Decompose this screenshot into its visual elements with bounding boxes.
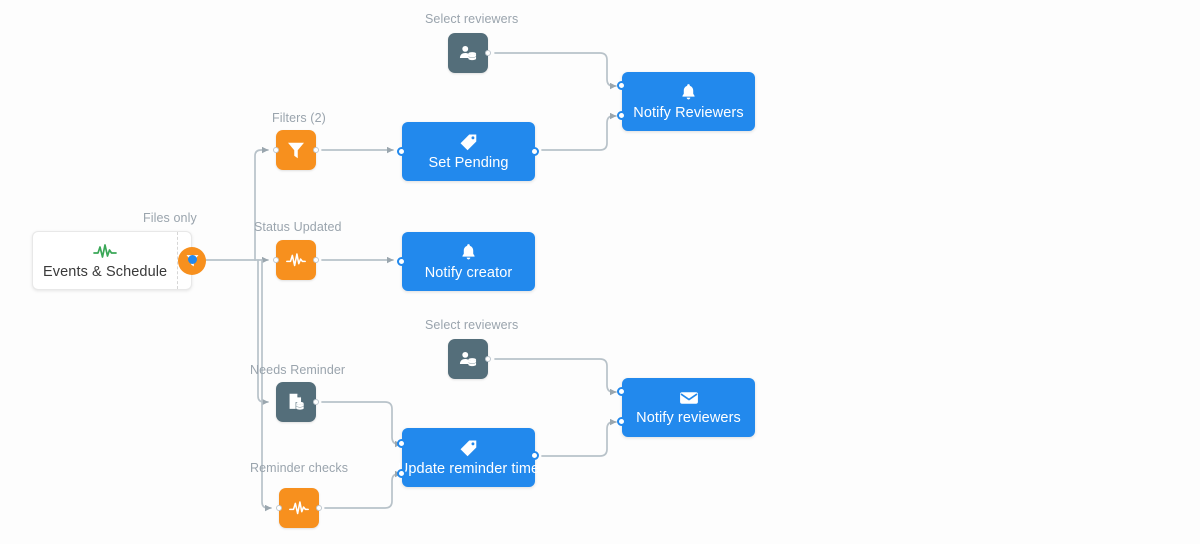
action-update-reminder-time[interactable]: Update reminder time: [398, 428, 539, 487]
node-status-updated[interactable]: [276, 240, 316, 280]
port-reminder-checks-in[interactable]: [276, 505, 282, 511]
port-set-pending-out[interactable]: [530, 147, 539, 156]
caption-reminder-checks: Reminder checks: [250, 461, 349, 475]
port-status-updated-in[interactable]: [273, 257, 279, 263]
action-label: Notify Reviewers: [633, 104, 744, 121]
port-update-reminder-time-out[interactable]: [530, 451, 539, 460]
node-filters[interactable]: [276, 130, 316, 170]
action-notify-reviewers-bottom[interactable]: Notify reviewers: [622, 378, 755, 437]
tag-icon: [459, 439, 478, 457]
wire-spine-needs-reminder: [257, 259, 269, 406]
port-filters-out[interactable]: [313, 147, 319, 153]
activity-pulse-icon: [286, 253, 306, 267]
document-database-icon: [289, 393, 304, 410]
node-needs-reminder[interactable]: [276, 382, 316, 422]
action-label: Notify creator: [424, 264, 513, 281]
workflow-canvas[interactable]: Select reviewers Files only Filters (2) …: [0, 0, 1200, 544]
wire-updatereminder-notifyreviewers2: [541, 418, 617, 457]
trigger-card-body[interactable]: Events & Schedule: [33, 232, 179, 289]
trigger-label: Events & Schedule: [43, 263, 168, 280]
tag-icon: [459, 133, 478, 151]
wire-selectreviewers-notifyreviewers: [494, 52, 617, 90]
port-select-reviewers-bottom-out[interactable]: [485, 356, 491, 362]
wire-reminderchecks-updatereminder: [324, 470, 402, 509]
port-notify-creator-in[interactable]: [397, 257, 406, 266]
port-select-reviewers-top-out[interactable]: [485, 50, 491, 56]
port-notify-reviewers-bottom-in2[interactable]: [617, 417, 626, 426]
bell-icon: [680, 83, 697, 101]
node-select-reviewers-bottom[interactable]: [448, 339, 488, 379]
action-label: Notify reviewers: [636, 409, 741, 426]
port-update-reminder-time-in2[interactable]: [397, 469, 406, 478]
person-database-icon: [459, 351, 477, 367]
port-set-pending-in[interactable]: [397, 147, 406, 156]
action-label: Set Pending: [428, 154, 509, 171]
wire-spine-filters: [254, 146, 269, 261]
port-filters-in[interactable]: [273, 147, 279, 153]
port-notify-reviewers-bottom-in1[interactable]: [617, 387, 626, 396]
wire-needsreminder-updatereminder: [321, 401, 402, 448]
action-notify-reviewers-top[interactable]: Notify Reviewers: [622, 72, 755, 131]
port-update-reminder-time-in1[interactable]: [397, 439, 406, 448]
caption-select-reviewers-bottom: Select reviewers: [425, 318, 519, 332]
envelope-icon: [679, 390, 699, 406]
caption-filters: Filters (2): [272, 111, 326, 125]
caption-status-updated: Status Updated: [254, 220, 342, 234]
port-notify-reviewers-top-in1[interactable]: [617, 81, 626, 90]
port-status-updated-out[interactable]: [313, 257, 319, 263]
trigger-card-events-and-schedule[interactable]: Events & Schedule: [32, 231, 207, 290]
node-select-reviewers-top[interactable]: [448, 33, 488, 73]
action-label: Update reminder time: [397, 460, 540, 477]
node-reminder-checks[interactable]: [279, 488, 319, 528]
person-database-icon: [459, 45, 477, 61]
action-notify-creator[interactable]: Notify creator: [402, 232, 535, 291]
trigger-output-port[interactable]: [188, 255, 197, 264]
wire-setpending-notifyreviewers: [541, 112, 617, 151]
port-needs-reminder-out[interactable]: [313, 399, 319, 405]
funnel-icon: [288, 142, 304, 159]
port-notify-reviewers-top-in2[interactable]: [617, 111, 626, 120]
caption-needs-reminder: Needs Reminder: [250, 363, 346, 377]
caption-files-only: Files only: [143, 211, 197, 225]
caption-select-reviewers-top: Select reviewers: [425, 12, 519, 26]
action-set-pending[interactable]: Set Pending: [402, 122, 535, 181]
activity-pulse-icon: [289, 501, 309, 515]
port-reminder-checks-out[interactable]: [316, 505, 322, 511]
bell-icon: [460, 243, 477, 261]
activity-pulse-icon: [93, 240, 117, 262]
wire-selectreviewers2-notifyreviewers2: [494, 358, 617, 396]
